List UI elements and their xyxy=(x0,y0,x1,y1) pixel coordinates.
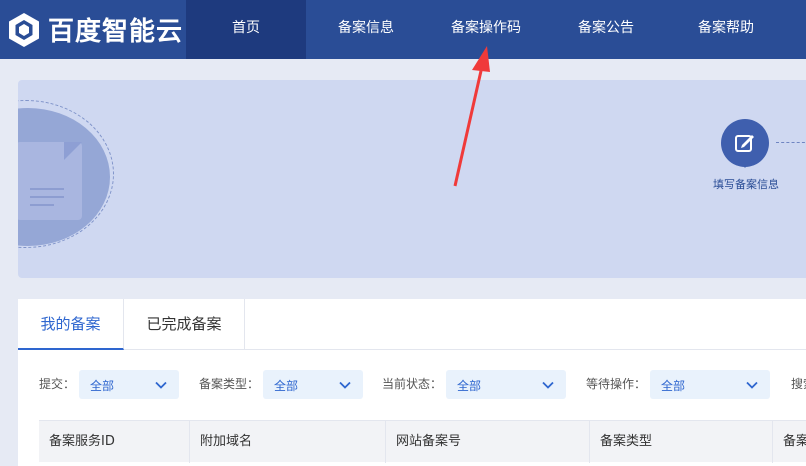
column-header-site-number[interactable]: 网站备案号 xyxy=(386,421,590,463)
brand-name: 百度智能云 xyxy=(48,17,184,47)
filter-status-select[interactable]: 全部 xyxy=(446,370,566,399)
column-header-service-id[interactable]: 备案服务ID xyxy=(39,421,190,463)
step-label: 填写备案信息 xyxy=(713,178,779,191)
filings-table-header: 备案服务ID 附加域名 网站备案号 备案类型 备案 xyxy=(39,420,806,463)
filter-label-type: 备案类型： xyxy=(199,377,260,391)
column-header-filing-type[interactable]: 备案类型 xyxy=(590,421,773,463)
annotation-arrow-icon xyxy=(453,46,490,187)
chevron-down-icon xyxy=(542,381,554,389)
column-header-filing[interactable]: 备案 xyxy=(773,421,806,463)
filter-label-pending: 等待操作： xyxy=(586,377,647,391)
step-connector xyxy=(776,142,806,143)
filing-process-banner: 填写备案信息 xyxy=(18,80,806,278)
document-icon xyxy=(18,142,82,220)
filter-submit-select[interactable]: 全部 xyxy=(79,370,179,399)
cloud-logo-icon xyxy=(9,12,39,47)
filter-label-status: 当前状态： xyxy=(382,377,443,391)
filter-label-submit: 提交： xyxy=(39,377,76,391)
nav-filing-help[interactable]: 备案帮助 xyxy=(666,0,786,59)
nav-filing-notice[interactable]: 备案公告 xyxy=(546,0,666,59)
top-nav: 百度智能云 首页 备案信息 备案操作码 备案公告 备案帮助 xyxy=(0,0,806,59)
filter-pending-select[interactable]: 全部 xyxy=(650,370,770,399)
nav-home[interactable]: 首页 xyxy=(186,0,306,59)
chevron-down-icon xyxy=(746,381,758,389)
nav-filing-info[interactable]: 备案信息 xyxy=(306,0,426,59)
edit-icon xyxy=(735,135,754,152)
filing-tabs: 我的备案 已完成备案 xyxy=(18,299,806,350)
filter-label-search: 搜索 xyxy=(791,377,806,391)
tab-completed-filings[interactable]: 已完成备案 xyxy=(124,299,245,350)
brand-logo[interactable]: 百度智能云 xyxy=(0,0,186,59)
tab-my-filings[interactable]: 我的备案 xyxy=(18,299,124,350)
chevron-down-icon xyxy=(155,381,167,389)
chevron-down-icon xyxy=(339,381,351,389)
column-header-domain[interactable]: 附加域名 xyxy=(190,421,386,463)
filter-type-select[interactable]: 全部 xyxy=(263,370,363,399)
